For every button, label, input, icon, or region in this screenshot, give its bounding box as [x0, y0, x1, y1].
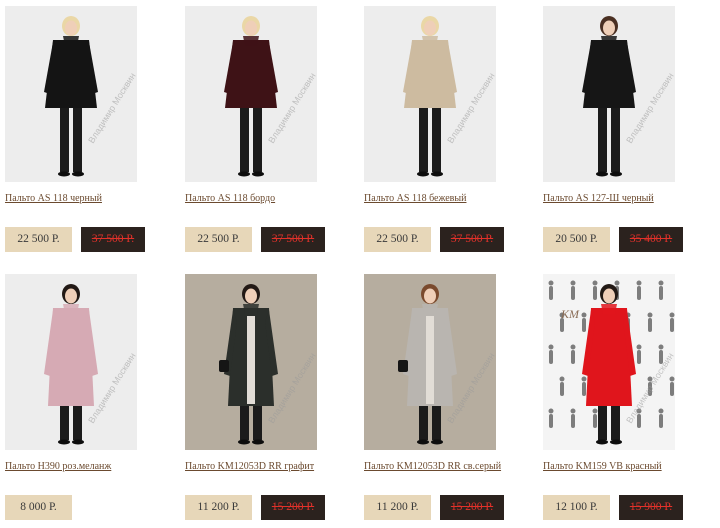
current-price: 11 200 Р.	[364, 495, 431, 520]
handbag	[219, 360, 229, 372]
product-title-link[interactable]: Пальто AS 118 бежевый	[364, 193, 466, 204]
product-photo[interactable]: Владимир Москвин	[543, 6, 675, 182]
product-photo[interactable]: Владимир Москвин	[5, 6, 137, 182]
current-price: 12 100 Р.	[543, 495, 610, 520]
model-leg	[419, 108, 428, 172]
model-face	[65, 288, 77, 304]
model-face	[424, 288, 436, 304]
old-price: 15 900 Р.	[619, 495, 683, 520]
model-leg	[253, 406, 262, 440]
product-grid: Владимир Москвин Пальто AS 118 черный 22…	[0, 0, 720, 528]
model-leg	[432, 108, 441, 172]
brand-mark: КМ	[560, 307, 580, 321]
product-photo[interactable]: КМ Владимир Москвин	[543, 274, 675, 450]
model-face	[245, 20, 257, 36]
product-card: Владимир Москвин Пальто KM12053D RR св.с…	[364, 274, 504, 524]
product-title-link[interactable]: Пальто AS 118 бордо	[185, 193, 275, 204]
model-leg	[419, 406, 428, 440]
model-leg	[598, 108, 607, 172]
current-price: 22 500 Р.	[185, 227, 252, 252]
model-face	[424, 20, 436, 36]
current-price: 8 000 Р.	[5, 495, 72, 520]
product-card: КМ Владимир Москвин Пальто KM159 VB красн…	[543, 274, 683, 524]
product-title-link[interactable]: Пальто AS 127-Ш черный	[543, 193, 654, 204]
model-leg	[73, 108, 82, 172]
model-face	[245, 288, 257, 304]
model-leg	[240, 406, 249, 440]
handbag	[398, 360, 408, 372]
product-card: Владимир Москвин Пальто AS 118 бежевый 2…	[364, 6, 504, 256]
product-card: Владимир Москвин Пальто AS 127-Ш черный …	[543, 6, 683, 256]
product-photo[interactable]: Владимир Москвин	[364, 6, 496, 182]
model-face	[603, 20, 615, 36]
product-title-link[interactable]: Пальто KM12053D RR св.серый	[364, 461, 501, 472]
current-price: 11 200 Р.	[185, 495, 252, 520]
product-title-link[interactable]: Пальто KM159 VB красный	[543, 461, 662, 472]
old-price: 15 200 Р.	[440, 495, 504, 520]
old-price: 37 500 Р.	[440, 227, 504, 252]
model-face	[65, 20, 77, 36]
old-price: 15 200 Р.	[261, 495, 325, 520]
product-title-link[interactable]: Пальто KM12053D RR графит	[185, 461, 314, 472]
model-leg	[253, 108, 262, 172]
product-card: Владимир Москвин Пальто AS 118 бордо 22 …	[185, 6, 325, 256]
model-leg	[73, 406, 82, 440]
product-card: Владимир Москвин Пальто AS 118 черный 22…	[5, 6, 145, 256]
model-leg	[432, 406, 441, 440]
current-price: 22 500 Р.	[5, 227, 72, 252]
model-leg	[611, 108, 620, 172]
product-photo[interactable]: Владимир Москвин	[185, 274, 317, 450]
product-title-link[interactable]: Пальто AS 118 черный	[5, 193, 102, 204]
model-leg	[598, 406, 607, 440]
product-card: Владимир Москвин Пальто Н390 роз.меланж …	[5, 274, 145, 524]
model-leg	[240, 108, 249, 172]
model-leg	[60, 108, 69, 172]
product-card: Владимир Москвин Пальто KM12053D RR граф…	[185, 274, 325, 524]
model-face	[603, 288, 615, 304]
product-photo[interactable]: Владимир Москвин	[364, 274, 496, 450]
product-photo[interactable]: Владимир Москвин	[5, 274, 137, 450]
product-title-link[interactable]: Пальто Н390 роз.меланж	[5, 461, 111, 472]
old-price: 35 400 Р.	[619, 227, 683, 252]
current-price: 22 500 Р.	[364, 227, 431, 252]
current-price: 20 500 Р.	[543, 227, 610, 252]
old-price: 37 500 Р.	[81, 227, 145, 252]
product-photo[interactable]: Владимир Москвин	[185, 6, 317, 182]
model-leg	[60, 406, 69, 440]
model-leg	[611, 406, 620, 440]
old-price: 37 500 Р.	[261, 227, 325, 252]
